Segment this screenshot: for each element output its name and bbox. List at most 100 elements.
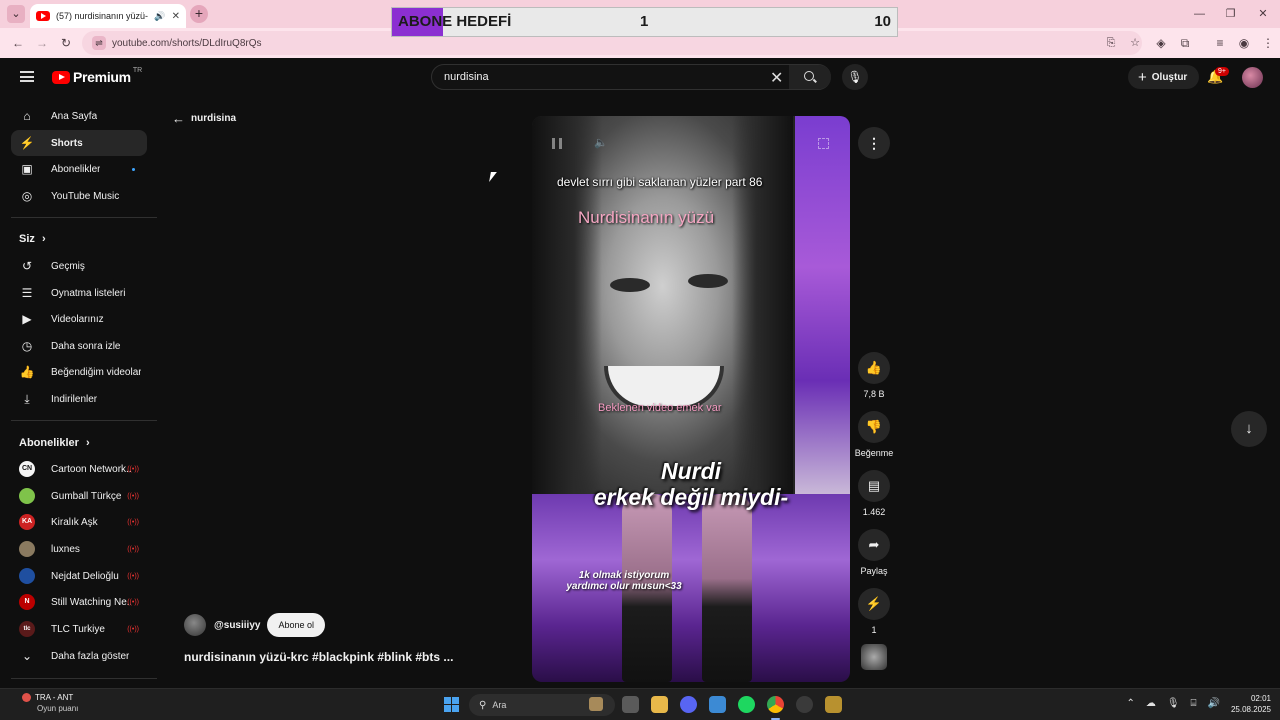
- sidebar-channel-still-watching-netflix[interactable]: N Still Watching Ne... ((•)): [11, 589, 147, 615]
- sidebar-channel-nejdat-delioglu[interactable]: Nejdat Delioğlu ((•)): [11, 563, 147, 589]
- sidebar-item-watch-later[interactable]: ◷ Daha sonra izle: [11, 333, 147, 359]
- notification-badge: 9+: [1215, 67, 1229, 76]
- sidebar-channel-kiralik-ask[interactable]: KA Kiralık Aşk ((•)): [11, 509, 147, 535]
- video-title[interactable]: nurdisinanın yüzü-krc #blackpink #blink …: [184, 650, 453, 664]
- task-view-icon[interactable]: [622, 696, 639, 713]
- sidebar-item-your-videos[interactable]: ▶ Videolarınız: [11, 306, 147, 332]
- pause-icon[interactable]: [552, 138, 562, 149]
- file-explorer-icon[interactable]: [651, 696, 668, 713]
- reading-list-icon[interactable]: ≡: [1212, 35, 1228, 51]
- chrome-icon[interactable]: [767, 696, 784, 720]
- spotify-icon[interactable]: [738, 696, 755, 713]
- profile-icon[interactable]: ◉: [1236, 35, 1252, 51]
- live-indicator-icon: ((•)): [127, 492, 139, 500]
- browser-menu-icon[interactable]: ⋮: [1260, 35, 1276, 51]
- sidebar-you-heading[interactable]: Siz ›: [19, 233, 46, 245]
- channel-avatar: CN: [19, 461, 35, 477]
- channel-handle[interactable]: @susiiiyy: [214, 620, 260, 631]
- sidebar-channel-cartoon-network[interactable]: CN Cartoon Network... ((•)): [11, 456, 147, 482]
- steam-icon[interactable]: [709, 696, 726, 713]
- shorts-video-player[interactable]: 🔈 devlet sırrı gibi saklanan yüzler part…: [532, 116, 850, 682]
- minimize-button[interactable]: —: [1184, 0, 1215, 28]
- sidebar-channel-gumball[interactable]: Gumball Türkçe ((•)): [11, 483, 147, 509]
- discord-icon[interactable]: [680, 696, 697, 713]
- clear-search-icon[interactable]: ✕: [770, 68, 783, 88]
- channel-avatar[interactable]: [184, 614, 206, 636]
- sidebar-subscriptions-heading[interactable]: Abonelikler ›: [19, 437, 90, 449]
- sidebar-item-home[interactable]: ⌂ Ana Sayfa: [11, 103, 147, 129]
- channel-avatar: [19, 568, 35, 584]
- reload-icon[interactable]: ↻: [58, 35, 74, 51]
- search-button[interactable]: [789, 65, 831, 89]
- voice-search-mic-icon[interactable]: 🎙: [842, 64, 868, 90]
- dislike-button[interactable]: 👎 Beğenme: [852, 411, 896, 458]
- video-caption-small: 1k olmak istiyorum yardımcı olur musun<3…: [544, 570, 704, 592]
- window-close-button[interactable]: ✕: [1246, 0, 1280, 28]
- onedrive-cloud-icon[interactable]: ☁: [1146, 698, 1156, 709]
- bookmark-star-icon[interactable]: ☆: [1128, 31, 1142, 55]
- forward-arrow-icon[interactable]: →: [34, 35, 50, 51]
- sports-badge-icon: [22, 693, 31, 702]
- speaker-icon[interactable]: 🔊: [154, 11, 165, 22]
- sidebar-channel-tlc-turkiye[interactable]: tlc TLC Turkiye ((•)): [11, 616, 147, 642]
- sidebar-item-downloads[interactable]: ⤓ İndirilenler: [11, 386, 147, 412]
- more-options-button[interactable]: ⋮: [858, 127, 890, 159]
- user-avatar[interactable]: [1242, 67, 1263, 88]
- share-label: Paylaş: [860, 566, 888, 576]
- subscribe-button[interactable]: Abone ol: [267, 613, 325, 637]
- thumbs-down-icon: 👎: [858, 411, 890, 443]
- remix-button[interactable]: ⚡ 1: [852, 588, 896, 635]
- restore-button[interactable]: ❐: [1215, 0, 1246, 28]
- volume-icon[interactable]: 🔈: [594, 136, 608, 149]
- app-icon[interactable]: [796, 696, 813, 713]
- browser-tab-active[interactable]: (57) nurdisinanın yüzü-krc 🔊 ✕: [30, 4, 186, 28]
- windows-start-icon[interactable]: [444, 697, 459, 712]
- extension-puzzle-icon[interactable]: ◈: [1153, 35, 1169, 51]
- taskbar-clock[interactable]: 02:01 25.08.2025: [1231, 694, 1271, 714]
- sidebar-item-liked-videos[interactable]: 👍 Beğendiğim videolar: [11, 359, 147, 385]
- sidebar-item-subscriptions[interactable]: ▣ Abonelikler: [11, 156, 147, 182]
- live-indicator-icon: ((•)): [127, 465, 139, 473]
- original-sound-thumbnail[interactable]: [861, 644, 887, 670]
- tab-close-icon[interactable]: ✕: [172, 11, 180, 22]
- live-indicator-icon: ((•)): [127, 518, 139, 526]
- share-button[interactable]: ➦ Paylaş: [852, 529, 896, 576]
- sidebar-item-youtube-music[interactable]: ◎ YouTube Music: [11, 183, 147, 209]
- sidebar-item-history[interactable]: ↺ Geçmiş: [11, 253, 147, 279]
- back-arrow-icon[interactable]: ←: [10, 35, 26, 51]
- live-indicator-icon: ((•)): [127, 598, 139, 606]
- extensions-icon[interactable]: ⧉: [1177, 35, 1193, 51]
- sidebar-show-more[interactable]: ⌄ Daha fazla göster: [11, 643, 147, 669]
- like-count: 7,8 B: [863, 389, 885, 399]
- site-info-icon[interactable]: ⇌: [92, 36, 106, 50]
- fullscreen-icon[interactable]: [818, 138, 829, 149]
- tray-chevron-up-icon[interactable]: ⌃: [1126, 698, 1134, 709]
- league-icon[interactable]: [825, 696, 842, 713]
- taskbar-widget[interactable]: TRA - ANT Oyun puanı: [22, 693, 78, 713]
- sidebar-item-label: Oynatma listeleri: [51, 287, 126, 299]
- network-icon[interactable]: ⌸: [1191, 698, 1197, 709]
- search-input[interactable]: nurdisina: [444, 71, 489, 83]
- youtube-favicon-icon: [36, 11, 50, 21]
- tab-search-menu-button[interactable]: ⌄: [7, 5, 25, 23]
- taskbar-search[interactable]: ⚲ Ara: [469, 694, 615, 716]
- hamburger-menu-icon[interactable]: [20, 71, 34, 82]
- next-video-arrow-icon[interactable]: ↓: [1231, 411, 1267, 447]
- youtube-premium-logo[interactable]: Premium TR: [52, 67, 142, 85]
- back-to-search-button[interactable]: ← nurdisina: [172, 111, 236, 126]
- video-caption-name: Nurdisinanın yüzü: [578, 208, 715, 227]
- sidebar-item-shorts[interactable]: ⚡ Shorts: [11, 130, 147, 156]
- chevron-right-icon: ›: [41, 233, 46, 245]
- share-arrow-icon: ➦: [858, 529, 890, 561]
- comments-button[interactable]: ▤ 1.462: [852, 470, 896, 517]
- create-button[interactable]: + Oluştur: [1128, 65, 1200, 89]
- taskbar-search-placeholder: Ara: [492, 700, 507, 710]
- volume-icon[interactable]: 🔊: [1208, 698, 1220, 709]
- microphone-icon[interactable]: 🎙: [1167, 698, 1180, 709]
- sidebar-channel-luxnes[interactable]: luxnes ((•)): [11, 536, 147, 562]
- like-button[interactable]: 👍 7,8 B: [852, 352, 896, 399]
- install-app-icon[interactable]: ⎘: [1104, 31, 1118, 55]
- sidebar-item-playlists[interactable]: ☰ Oynatma listeleri: [11, 280, 147, 306]
- new-tab-button[interactable]: +: [190, 5, 208, 23]
- channel-avatar: tlc: [19, 621, 35, 637]
